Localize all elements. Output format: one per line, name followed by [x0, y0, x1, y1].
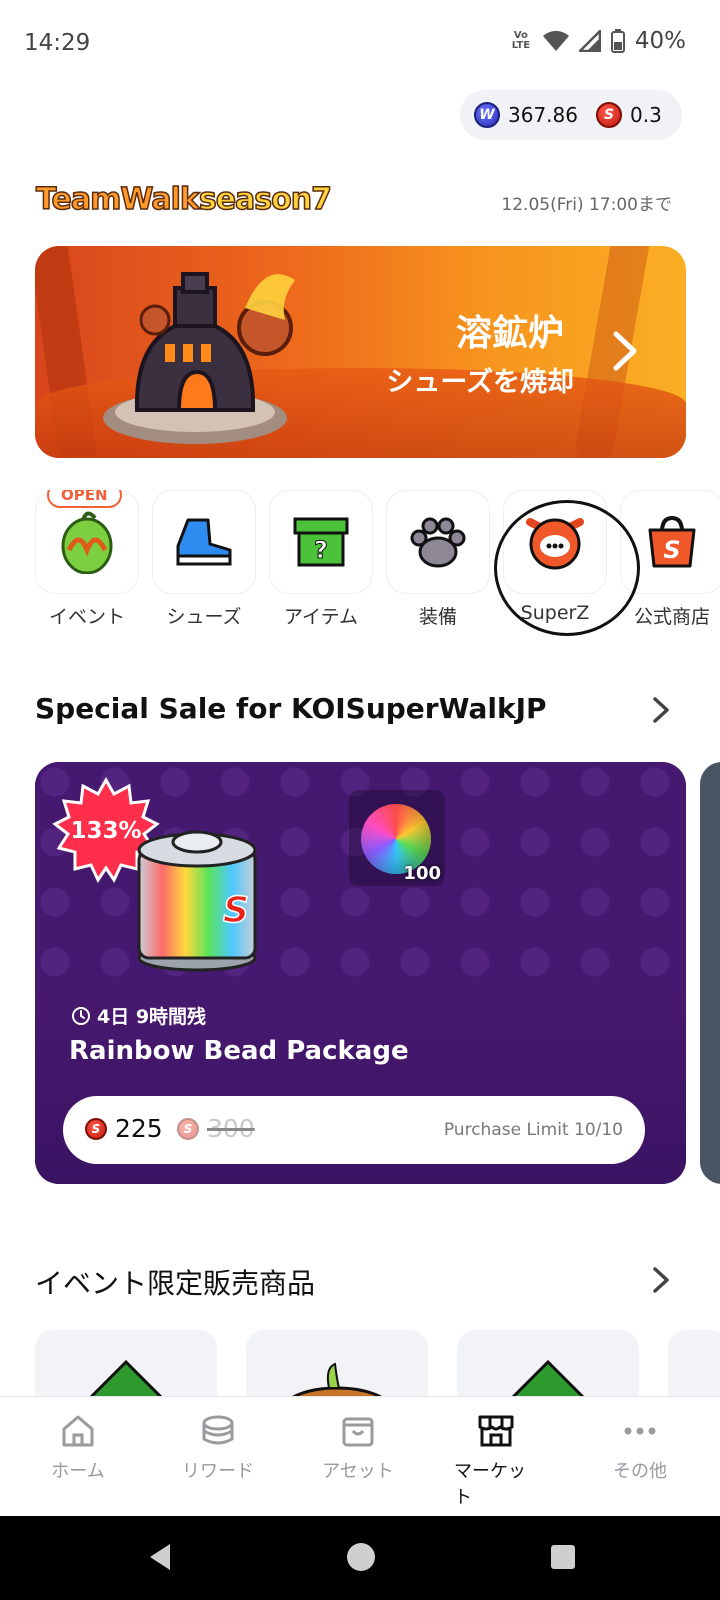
special-sale-title: Special Sale for KOISuperWalkJP	[35, 692, 547, 725]
banner-subtitle: シューズを焼却	[386, 367, 574, 398]
status-time: 14:29	[24, 30, 91, 56]
open-badge: OPEN	[47, 490, 122, 508]
nav-rewards[interactable]: リワード	[158, 1411, 278, 1483]
back-icon[interactable]	[146, 1542, 174, 1572]
paw-icon	[410, 517, 466, 568]
banner-title: 溶鉱炉	[455, 313, 564, 354]
chevron-right-icon[interactable]	[652, 696, 670, 724]
shoe-icon	[176, 518, 232, 566]
nav-label: リワード	[182, 1461, 254, 1482]
s-coin-icon: S	[85, 1118, 107, 1140]
chevron-right-icon	[613, 331, 637, 371]
category-tile: ?	[269, 490, 373, 594]
package-name: Rainbow Bead Package	[69, 1036, 409, 1066]
home-icon	[62, 1415, 94, 1447]
nav-market[interactable]: マーケット	[436, 1411, 556, 1509]
season-logo: TeamWalkseason7	[35, 181, 333, 218]
nav-label: マーケット	[454, 1461, 526, 1508]
s-coin-icon: S	[177, 1118, 199, 1140]
furnace-icon	[103, 272, 295, 444]
category-label: アイテム	[283, 606, 359, 628]
category-tile	[386, 490, 490, 594]
recents-icon[interactable]	[549, 1542, 577, 1572]
bead-count: 100	[403, 863, 441, 884]
volte-icon: Vo LTE	[511, 30, 531, 51]
nav-home[interactable]: ホーム	[18, 1411, 138, 1483]
purchase-limit: Purchase Limit 10/10	[443, 1120, 623, 1140]
status-icons: Vo LTE 40%	[509, 28, 686, 54]
shopping-bag-icon: S	[648, 515, 696, 568]
store-icon	[478, 1415, 514, 1447]
system-nav-bar	[0, 1516, 720, 1600]
nav-label: アセット	[322, 1461, 394, 1482]
balance-pill[interactable]: W 367.86 S 0.3	[460, 90, 682, 140]
sale-card[interactable]: 133% S 100 4日 9時間残 Rainbow Bead Package …	[35, 762, 686, 1184]
furnace-banner[interactable]: 溶鉱炉 シューズを焼却	[35, 246, 686, 458]
signal-icon	[578, 30, 601, 52]
category-label: シューズ	[166, 606, 242, 628]
clock-icon	[72, 1006, 90, 1025]
w-coin-icon: W	[474, 102, 500, 128]
season-logo-season: season7	[198, 181, 333, 218]
box-icon	[342, 1417, 374, 1447]
bottom-nav: ホーム リワード アセット マーケット その他	[0, 1396, 720, 1516]
category-shoes[interactable]: シューズ	[152, 490, 256, 629]
home-circle-icon[interactable]	[346, 1542, 376, 1572]
svg-text:?: ?	[314, 536, 328, 564]
nav-assets[interactable]: アセット	[298, 1411, 418, 1483]
category-label: 公式商店	[633, 606, 710, 628]
chevron-right-icon[interactable]	[652, 1266, 670, 1294]
category-label: イベント	[48, 606, 125, 628]
svg-text:S: S	[663, 536, 680, 564]
s-coin-icon: S	[595, 102, 622, 128]
coins-icon	[202, 1415, 234, 1445]
w-balance: 367.86	[508, 103, 578, 127]
sale-timer: 4日 9時間残	[71, 1002, 206, 1029]
svg-text:S: S	[223, 890, 249, 931]
mystery-box-icon: ?	[293, 517, 349, 567]
buy-button[interactable]: S 225 S 300 Purchase Limit 10/10	[63, 1096, 645, 1164]
category-event[interactable]: OPEN イベント	[35, 490, 139, 629]
category-tile	[152, 490, 256, 594]
battery-percent: 40%	[634, 28, 686, 54]
price-current: 225	[115, 1114, 163, 1143]
highlight-circle-annotation	[494, 500, 640, 636]
more-icon	[624, 1427, 656, 1435]
season-deadline: 12.05(Fri) 17:00まで	[501, 195, 672, 215]
category-items[interactable]: ? アイテム	[269, 490, 373, 629]
s-balance: 0.3	[629, 103, 662, 127]
rainbow-can-icon: S	[137, 830, 257, 972]
nav-more[interactable]: その他	[580, 1411, 700, 1483]
nav-label: その他	[613, 1461, 667, 1482]
event-section-title: イベント限定販売商品	[35, 1267, 316, 1300]
egg-icon	[61, 511, 113, 574]
category-equipment[interactable]: 装備	[386, 490, 490, 629]
battery-icon	[610, 29, 625, 53]
season-logo-team: TeamWalk	[35, 181, 200, 218]
timer-text: 4日 9時間残	[97, 1006, 207, 1028]
next-sale-card-peek[interactable]	[700, 762, 720, 1184]
status-bar: 14:29 Vo LTE 40%	[0, 0, 720, 90]
price-original: 300	[207, 1114, 255, 1143]
wifi-icon	[542, 30, 569, 51]
bead-reward: 100	[349, 790, 445, 886]
nav-label: ホーム	[51, 1461, 105, 1482]
category-label: 装備	[418, 606, 457, 628]
